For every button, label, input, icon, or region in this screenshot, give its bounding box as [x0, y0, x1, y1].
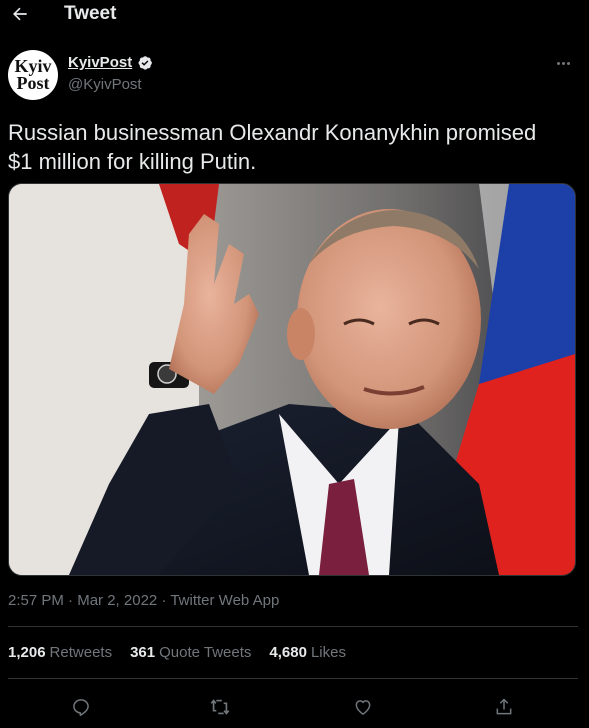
more-dot-icon	[561, 61, 565, 65]
more-dot-icon	[556, 61, 560, 65]
ear-left	[287, 308, 315, 360]
tweet-text: Russian businessman Olexandr Konanykhin …	[8, 120, 537, 174]
author-name-row: KyivPost	[68, 54, 153, 71]
quote-tweets-count: 361	[130, 644, 156, 661]
quote-tweets-label: Quote Tweets	[159, 644, 252, 661]
avatar-text-line2: Post	[16, 73, 50, 93]
author-handle[interactable]: @KyivPost	[68, 76, 142, 93]
reply-icon	[73, 699, 89, 716]
likes-label: Likes	[310, 644, 346, 661]
retweet-icon	[210, 699, 230, 715]
top-bar: Tweet	[0, 0, 589, 30]
tweet-time[interactable]: 2:57 PM	[8, 592, 64, 609]
tweet-date[interactable]: Mar 2, 2022	[77, 592, 157, 609]
like-button[interactable]	[346, 690, 380, 724]
tweet-source[interactable]: Twitter Web App	[170, 592, 279, 609]
tweet-author: Kyiv Post KyivPost @KyivPost	[8, 50, 577, 102]
tweet-actions	[0, 688, 589, 728]
retweet-button[interactable]	[203, 690, 237, 724]
tweet-photo	[9, 184, 575, 575]
reply-button[interactable]	[64, 690, 98, 724]
author-name[interactable]: KyivPost	[68, 54, 132, 71]
verified-badge-icon	[138, 55, 153, 70]
tweet-stats: 1,206 Retweets 361 Quote Tweets 4,680 Likes	[8, 644, 346, 661]
likes-count: 4,680	[269, 644, 307, 661]
arrow-left-icon	[13, 7, 27, 21]
share-icon	[496, 698, 512, 715]
page-title: Tweet	[64, 3, 117, 24]
divider	[8, 626, 578, 627]
divider	[8, 678, 578, 679]
share-button[interactable]	[487, 690, 521, 724]
tweet-timestamp: 2:57 PM · Mar 2, 2022 · Twitter Web App	[8, 592, 279, 609]
separator-dot: ·	[68, 592, 74, 609]
quote-tweets-stat[interactable]: 361 Quote Tweets	[130, 644, 251, 661]
retweets-label: Retweets	[49, 644, 113, 661]
back-button[interactable]	[8, 2, 32, 26]
more-dot-icon	[566, 61, 570, 65]
separator-dot: ·	[161, 592, 167, 609]
retweets-stat[interactable]: 1,206 Retweets	[8, 644, 112, 661]
likes-stat[interactable]: 4,680 Likes	[269, 644, 346, 661]
avatar[interactable]: Kyiv Post	[8, 50, 58, 100]
retweets-count: 1,206	[8, 644, 46, 661]
more-options-button[interactable]	[553, 56, 573, 70]
tweet-image[interactable]	[8, 183, 576, 576]
heart-icon	[355, 700, 371, 715]
